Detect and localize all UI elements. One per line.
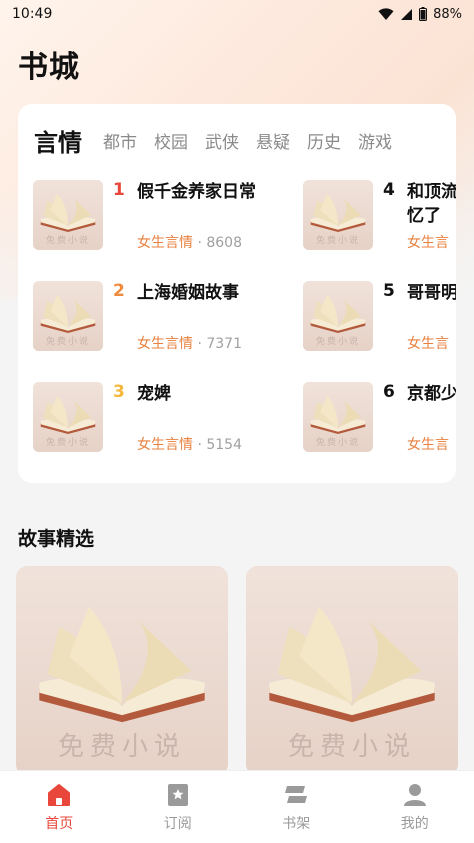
nav-subscribe[interactable]: 订阅: [119, 782, 237, 833]
tab-romance[interactable]: 言情: [34, 123, 82, 158]
nav-home[interactable]: 首页: [0, 782, 118, 833]
wifi-icon: [378, 7, 394, 20]
tab-mystery[interactable]: 悬疑: [256, 128, 290, 153]
book-read-count: 5154: [206, 437, 242, 453]
nav-bookshelf[interactable]: 书架: [237, 782, 355, 833]
ranking-card: 言情 都市 校园 武侠 悬疑 历史 游戏 免费小说 1 假千金养家日常 女生言情…: [18, 104, 456, 483]
story-card[interactable]: 免费小说: [16, 566, 228, 776]
rank-number: 6: [383, 382, 395, 402]
rank-list-item[interactable]: 免费小说 5 哥哥明 女生言: [303, 281, 456, 353]
book-title[interactable]: 哥哥明: [407, 281, 456, 305]
book-cover[interactable]: 免费小说: [33, 180, 103, 250]
rank-list-item[interactable]: 免费小说 2 上海婚姻故事 女生言情 · 7371: [33, 281, 293, 353]
status-bar: 10:49 88%: [0, 0, 474, 28]
rank-number: 4: [383, 180, 395, 200]
book-cover[interactable]: 免费小说: [33, 382, 103, 452]
nav-label: 首页: [45, 815, 74, 832]
battery-icon: [419, 7, 428, 21]
rank-number: 2: [113, 281, 125, 301]
book-genre: 女生言情: [137, 235, 193, 251]
book-cover[interactable]: 免费小说: [303, 180, 373, 250]
svg-text:免费小说: 免费小说: [46, 335, 90, 347]
battery-percent: 88%: [433, 6, 462, 22]
book-title[interactable]: 宠婢: [137, 382, 277, 406]
svg-text:免费小说: 免费小说: [288, 732, 416, 762]
nav-label: 我的: [400, 815, 429, 832]
book-cover[interactable]: 免费小说: [303, 281, 373, 351]
book-genre: 女生言情: [137, 437, 193, 453]
nav-label: 订阅: [163, 815, 192, 832]
book-read-count: 7371: [206, 336, 242, 352]
profile-icon: [403, 783, 426, 806]
book-title[interactable]: 京都少: [407, 382, 456, 406]
book-title[interactable]: 假千金养家日常: [137, 180, 277, 204]
nav-profile[interactable]: 我的: [356, 782, 474, 833]
nav-label: 书架: [282, 815, 311, 832]
tab-history[interactable]: 历史: [307, 128, 341, 153]
tab-campus[interactable]: 校园: [154, 128, 188, 153]
book-meta: 女生言: [407, 232, 449, 252]
svg-text:免费小说: 免费小说: [46, 234, 90, 246]
rank-number: 3: [113, 382, 125, 402]
meta-separator: ·: [197, 336, 202, 352]
book-meta: 女生言情 · 8608: [137, 232, 242, 252]
tab-games[interactable]: 游戏: [358, 128, 392, 153]
book-meta: 女生言: [407, 434, 449, 454]
rank-number: 5: [383, 281, 395, 301]
meta-separator: ·: [197, 437, 202, 453]
meta-separator: ·: [197, 235, 202, 251]
bookshelf-icon: [285, 785, 308, 803]
book-genre: 女生言: [407, 437, 449, 453]
rank-list-item[interactable]: 免费小说 1 假千金养家日常 女生言情 · 8608: [33, 180, 293, 252]
signal-icon: [401, 8, 413, 20]
book-genre: 女生言: [407, 235, 449, 251]
book-cover[interactable]: 免费小说: [303, 382, 373, 452]
category-tabs: 言情 都市 校园 武侠 悬疑 历史 游戏: [34, 122, 456, 158]
book-title[interactable]: 和顶流 忆了: [407, 180, 456, 228]
book-cover[interactable]: 免费小说: [33, 281, 103, 351]
rank-list-item[interactable]: 免费小说 4 和顶流 忆了 女生言: [303, 180, 456, 252]
svg-text:免费小说: 免费小说: [46, 436, 90, 448]
book-title-line1: 和顶流: [407, 182, 456, 202]
svg-text:免费小说: 免费小说: [316, 234, 360, 246]
rank-list-item[interactable]: 免费小说 6 京都少 女生言: [303, 382, 456, 454]
svg-text:免费小说: 免费小说: [58, 732, 186, 762]
book-meta: 女生言情 · 7371: [137, 333, 242, 353]
home-icon: [48, 783, 71, 806]
book-title[interactable]: 上海婚姻故事: [137, 281, 277, 305]
svg-text:免费小说: 免费小说: [316, 335, 360, 347]
bookmark-icon: [167, 783, 188, 806]
section-title: 故事精选: [18, 528, 95, 550]
rank-number: 1: [113, 180, 125, 200]
svg-text:免费小说: 免费小说: [316, 436, 360, 448]
book-meta: 女生言: [407, 333, 449, 353]
book-genre: 女生言: [407, 336, 449, 352]
tab-urban[interactable]: 都市: [103, 128, 137, 153]
page-title: 书城: [18, 50, 80, 85]
status-time: 10:49: [12, 6, 53, 22]
rank-list-item[interactable]: 免费小说 3 宠婢 女生言情 · 5154: [33, 382, 293, 454]
book-title-line2: 忆了: [407, 206, 441, 226]
tab-wuxia[interactable]: 武侠: [205, 128, 239, 153]
story-card[interactable]: 免费小说: [246, 566, 458, 776]
book-read-count: 8608: [206, 235, 242, 251]
book-genre: 女生言情: [137, 336, 193, 352]
book-meta: 女生言情 · 5154: [137, 434, 242, 454]
bottom-navigation: 首页 订阅 书架 我的: [0, 770, 474, 843]
status-icons: 88%: [378, 7, 462, 22]
